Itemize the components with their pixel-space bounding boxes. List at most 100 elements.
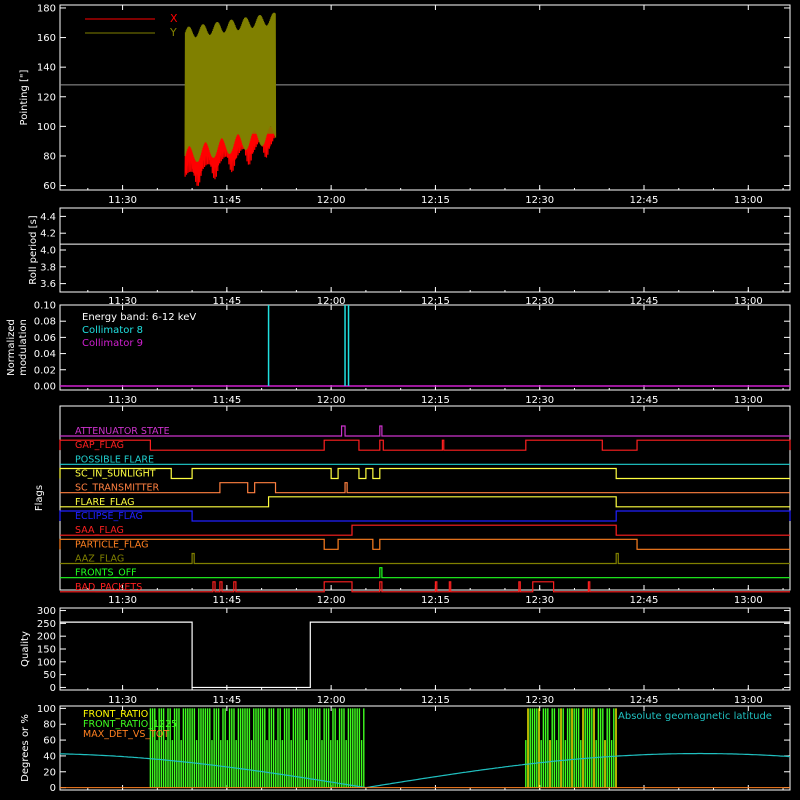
ratios-ytick-label: 40 bbox=[43, 751, 56, 762]
quality-ytick-label: 0 bbox=[50, 683, 56, 694]
ratios-ytick-label: 0 bbox=[50, 783, 56, 794]
legend-x-label: X bbox=[170, 12, 178, 25]
flag-label: AAZ_FLAG bbox=[75, 554, 124, 565]
flag-label: BAD_PACKETS bbox=[75, 582, 142, 593]
flags-xtick-label: 12:30 bbox=[525, 595, 554, 606]
flag-label: SC_TRANSMITTER bbox=[75, 483, 160, 494]
roll-frame bbox=[59, 207, 791, 293]
quality-xtick-label: 12:30 bbox=[525, 695, 554, 706]
pointing-ytick-label: 100 bbox=[37, 122, 56, 133]
modulation-ytick-label: 0.00 bbox=[34, 381, 56, 392]
flag-gap-flag-line bbox=[59, 439, 791, 451]
pointing-xtick-label: 11:45 bbox=[212, 195, 241, 206]
flag-aaz-flag-line bbox=[60, 552, 790, 565]
quality-xtick-label: 11:30 bbox=[108, 695, 137, 706]
modulation-xtick-label: 12:45 bbox=[630, 395, 659, 406]
flags-xtick-label: 11:45 bbox=[212, 595, 241, 606]
quality-frame bbox=[59, 607, 791, 691]
pointing-xtick-label: 12:30 bbox=[525, 195, 554, 206]
modulation-legend-energy: Energy band: 6-12 keV bbox=[82, 312, 196, 323]
quality-ytick-label: 50 bbox=[43, 670, 56, 681]
quality-xtick-label: 13:00 bbox=[734, 695, 763, 706]
flag-saa-flag-line bbox=[60, 524, 790, 536]
flags-panel: 11:30 11:45 12:00 12:15 12:30 12:45 13:00 Flags… bbox=[34, 405, 791, 606]
ratios-panel: 020406080100Degrees or % FRONT_RATIOFRONT… bbox=[20, 704, 791, 794]
legend-y-label: Y bbox=[169, 26, 177, 39]
quality-xtick-label: 12:15 bbox=[421, 695, 450, 706]
quality-line bbox=[60, 621, 790, 689]
latitude-annotation: Absolute geomagnetic latitude bbox=[618, 711, 772, 722]
modulation-xtick-label: 12:15 bbox=[421, 395, 450, 406]
flag-label: FRONTS_OFF bbox=[75, 568, 137, 579]
roll-ytick-label: 4.0 bbox=[40, 246, 56, 257]
modulation-panel: 11:30 11:45 12:00 12:15 12:30 12:45 13:00 0.00 0… bbox=[6, 301, 791, 406]
roll-ylabel: Roll period [s] bbox=[28, 215, 39, 284]
modulation-ylabel: Normalized bbox=[6, 319, 17, 376]
modulation-ytick-label: 0.08 bbox=[34, 317, 56, 328]
flags-xtick-label: 11:30 bbox=[108, 595, 137, 606]
pointing-xtick-label: 12:00 bbox=[317, 195, 346, 206]
ratios-ylabel: Degrees or % bbox=[20, 714, 31, 782]
flags-xtick-label: 12:15 bbox=[421, 595, 450, 606]
chart-canvas: 11:30 11:45 12:00 12:15 12:30 12:45 13:00 60 80 1… bbox=[6, 3, 791, 794]
modulation-ytick-label: 0.10 bbox=[34, 301, 56, 312]
modulation-ytick-label: 0.02 bbox=[34, 365, 56, 376]
quality-xtick-label: 11:45 bbox=[212, 695, 241, 706]
modulation-xtick-label: 13:00 bbox=[734, 395, 763, 406]
roll-ytick-label: 4.2 bbox=[40, 229, 56, 240]
pointing-ylabel: Pointing ["] bbox=[19, 69, 30, 125]
modulation-xtick-label: 12:00 bbox=[317, 395, 346, 406]
quality-ytick-label: 300 bbox=[37, 606, 56, 617]
flags-xtick-label: 12:00 bbox=[317, 595, 346, 606]
quality-ytick-label: 150 bbox=[37, 645, 56, 656]
pointing-ytick-label: 80 bbox=[43, 151, 56, 162]
flag-label: POSSIBLE FLARE bbox=[75, 454, 154, 465]
quality-panel: 11:30 11:45 12:00 12:15 12:30 12:45 13:00 0 50 10… bbox=[20, 606, 791, 706]
modulation-ytick-label: 0.06 bbox=[34, 333, 56, 344]
flag-fronts-off-line bbox=[60, 567, 790, 579]
modulation-xtick-label: 11:45 bbox=[212, 395, 241, 406]
flag-sc-transmitter-line bbox=[60, 482, 790, 494]
flags-xtick-label: 12:45 bbox=[630, 595, 659, 606]
pointing-ytick-label: 60 bbox=[43, 181, 56, 192]
roll-ytick-label: 3.6 bbox=[40, 279, 56, 290]
roll-period-panel: 11:30 11:45 12:00 12:15 12:30 12:45 13:003.63.… bbox=[28, 207, 791, 307]
flag-label: ECLIPSE_FLAG bbox=[75, 511, 143, 522]
ratios-ytick-label: 80 bbox=[43, 720, 56, 731]
modulation-ylabel: modulation bbox=[18, 319, 29, 376]
flags-xtick-label: 13:00 bbox=[734, 595, 763, 606]
pointing-y-band bbox=[185, 37, 276, 134]
modulation-legend-collimator8: Collimator 8 bbox=[82, 325, 143, 336]
flag-eclipse-flag-line bbox=[59, 510, 791, 522]
quality-xtick-label: 12:00 bbox=[317, 695, 346, 706]
modulation-xtick-label: 12:30 bbox=[525, 395, 554, 406]
modulation-legend-collimator9: Collimator 9 bbox=[82, 338, 143, 349]
pointing-xtick-label: 11:30 bbox=[108, 195, 137, 206]
ratios-ytick-label: 60 bbox=[43, 736, 56, 747]
flag-label: SAA_FLAG bbox=[75, 525, 124, 536]
flag-sc-in-sunlight-line bbox=[59, 467, 790, 480]
quality-ytick-label: 250 bbox=[37, 619, 56, 630]
pointing-xtick-label: 12:15 bbox=[421, 195, 450, 206]
pointing-panel: 11:30 11:45 12:00 12:15 12:30 12:45 13:00 60 80 1… bbox=[19, 3, 791, 206]
pointing-xtick-label: 12:45 bbox=[630, 195, 659, 206]
modulation-xtick-label: 11:30 bbox=[108, 395, 137, 406]
quality-ytick-label: 100 bbox=[37, 657, 56, 668]
pointing-ytick-label: 140 bbox=[37, 63, 56, 74]
ratios-ytick-label: 100 bbox=[37, 704, 56, 715]
flag-label: FLARE_FLAG bbox=[75, 497, 135, 508]
quality-xtick-label: 12:45 bbox=[630, 695, 659, 706]
pointing-ytick-label: 120 bbox=[37, 92, 56, 103]
pointing-ytick-label: 160 bbox=[37, 33, 56, 44]
ratios-legend-max-det: MAX_DET_VS_TOT bbox=[83, 729, 169, 740]
roll-ytick-label: 3.8 bbox=[40, 262, 56, 273]
flag-label: PARTICLE_FLAG bbox=[75, 539, 148, 550]
flag-flare-flag-line bbox=[60, 496, 790, 508]
quality-ylabel: Quality bbox=[20, 631, 31, 667]
ratios-ytick-label: 20 bbox=[43, 767, 56, 778]
flags-ylabel: Flags bbox=[34, 485, 45, 511]
pointing-xtick-label: 13:00 bbox=[734, 195, 763, 206]
quality-ytick-label: 200 bbox=[37, 632, 56, 643]
roll-ytick-label: 4.4 bbox=[40, 212, 56, 223]
pointing-ytick-label: 180 bbox=[37, 3, 56, 14]
